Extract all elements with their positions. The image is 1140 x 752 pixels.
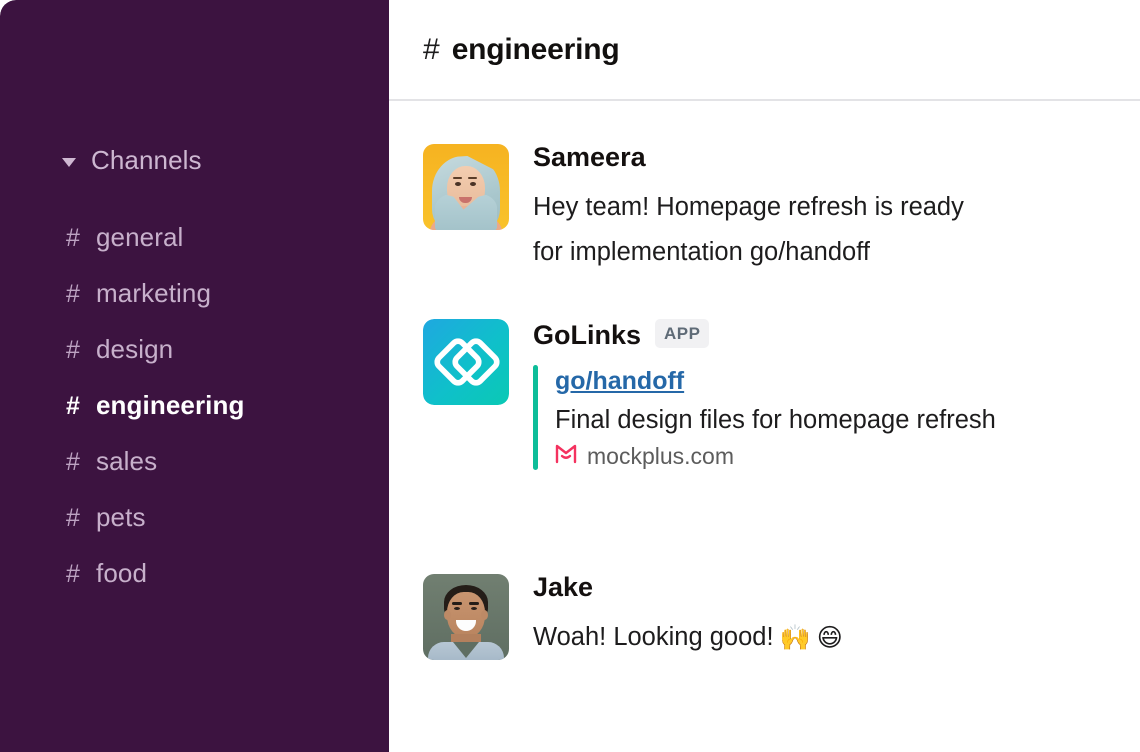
message-text-line: Woah! Looking good! [533,623,774,651]
channel-topbar: # engineering [389,0,1140,101]
hash-icon: # [66,504,80,532]
hash-icon: # [66,280,80,308]
message-item: Jake Woah! Looking good! 🙌 😄 [423,574,843,660]
message-author[interactable]: GoLinks [533,322,641,349]
sidebar-item-engineering[interactable]: # engineering [0,390,389,446]
sidebar-item-pets[interactable]: # pets [0,502,389,558]
channels-section-label: Channels [91,145,202,175]
hash-icon: # [66,224,80,252]
sidebar-item-marketing[interactable]: # marketing [0,278,389,334]
channel-name-label: engineering [451,33,620,66]
attachment-description: Final design files for homepage refresh [555,405,996,434]
hash-icon: # [423,33,440,66]
channels-section-header[interactable]: Channels [62,145,202,176]
sidebar-item-label: general [96,222,184,252]
message-item: GoLinks APP go/handoff Final design file… [423,319,996,471]
hash-icon: # [66,336,80,364]
hash-icon: # [66,392,80,420]
message-text-line: Hey team! Homepage refresh is ready [533,193,964,221]
message-author[interactable]: Sameera [533,144,964,171]
raising-hands-emoji: 🙌 [779,623,811,652]
slack-window: Channels # general # marketing # design … [0,0,1140,752]
attachment-link[interactable]: go/handoff [555,365,996,399]
sidebar-item-label: food [96,558,148,588]
attachment-source-label[interactable]: mockplus.com [587,443,734,470]
message-text-line: for implementation go/handoff [533,238,870,266]
main-panel: # engineering Sameera Hey team! Homepage… [389,0,1140,752]
attachment-source: mockplus.com [555,443,996,470]
sidebar-item-design[interactable]: # design [0,334,389,390]
hash-icon: # [66,560,80,588]
channel-list: # general # marketing # design # enginee… [0,222,389,614]
sidebar-item-label: engineering [96,390,245,420]
sidebar-item-label: design [96,334,174,364]
message-body: Sameera Hey team! Homepage refresh is re… [533,144,964,275]
avatar[interactable] [423,144,509,230]
message-item: Sameera Hey team! Homepage refresh is re… [423,144,964,275]
hash-icon: # [66,448,80,476]
avatar[interactable] [423,574,509,660]
page-title[interactable]: # engineering [423,33,620,67]
sidebar-item-label: sales [96,446,158,476]
message-author[interactable]: Jake [533,574,843,601]
grinning-face-emoji: 😄 [816,623,843,652]
sidebar-item-label: marketing [96,278,212,308]
sidebar-item-general[interactable]: # general [0,222,389,278]
message-body: GoLinks APP go/handoff Final design file… [533,319,996,471]
sidebar: Channels # general # marketing # design … [0,0,389,752]
chevron-down-icon[interactable] [62,158,76,167]
mockplus-favicon [555,444,577,469]
sidebar-item-sales[interactable]: # sales [0,446,389,502]
link-attachment: go/handoff Final design files for homepa… [533,365,996,471]
golinks-app-icon[interactable] [423,319,509,405]
status-badge: APP [655,319,710,348]
sidebar-item-food[interactable]: # food [0,558,389,614]
message-body: Jake Woah! Looking good! 🙌 😄 [533,574,843,660]
sidebar-item-label: pets [96,502,146,532]
